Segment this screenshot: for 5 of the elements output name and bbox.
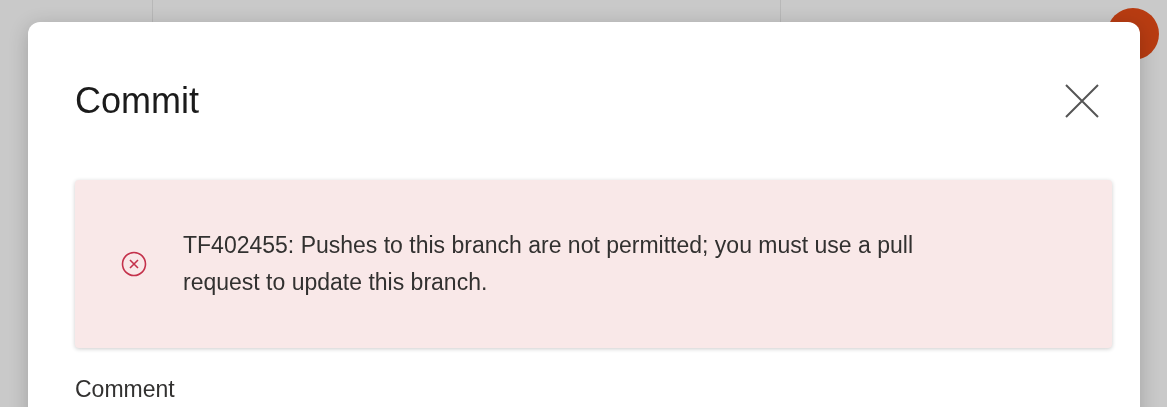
close-icon [1064,83,1100,119]
error-icon [121,251,147,277]
dialog-title: Commit [75,80,199,122]
error-message: TF402455: Pushes to this branch are not permitted; you must use a pull request to update this branch. [183,231,914,297]
comment-label: Comment [75,376,176,403]
